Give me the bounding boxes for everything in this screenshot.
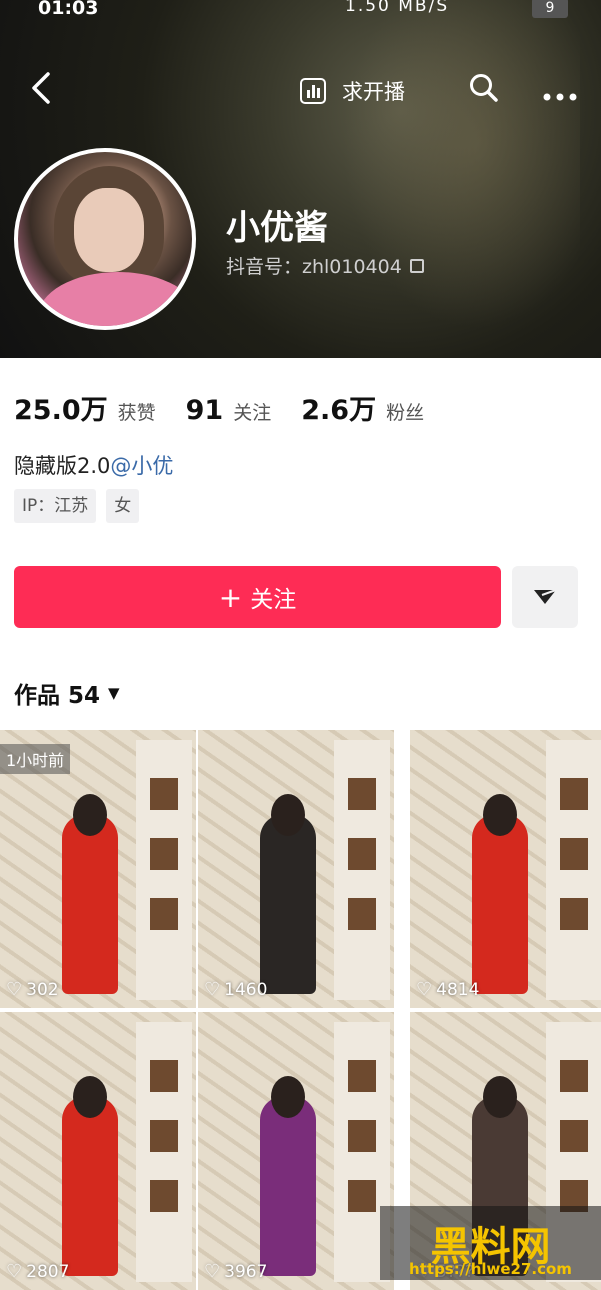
- watermark-url: https://hlwe27.com: [409, 1260, 572, 1278]
- triangle-down-icon: [534, 589, 557, 604]
- video-likes: ♡ 302: [6, 979, 59, 1000]
- watermark-logo: 黑料网 https://hlwe27.com: [380, 1206, 601, 1280]
- recommend-dropdown-button[interactable]: [512, 566, 578, 628]
- video-likes: ♡ 3967: [204, 1261, 267, 1282]
- video-thumbnail[interactable]: 1小时前 ♡ 302: [0, 730, 196, 1008]
- video-thumbnail[interactable]: ♡ 4814: [410, 730, 601, 1008]
- profile-stats: 25.0万 获赞 91 关注 2.6万 粉丝: [14, 388, 454, 427]
- back-button[interactable]: [26, 68, 56, 108]
- search-button[interactable]: [468, 72, 500, 104]
- heart-icon: ♡: [6, 979, 23, 1000]
- follow-button[interactable]: + 关注: [14, 566, 501, 628]
- tag-ip: IP：江苏: [14, 489, 97, 523]
- caret-down-icon: ▼: [108, 684, 120, 702]
- profile-tags: IP：江苏 女: [14, 489, 149, 523]
- video-likes-count: 2807: [26, 1261, 70, 1282]
- works-label: 作品 54: [14, 683, 101, 709]
- heart-icon: ♡: [6, 1261, 23, 1282]
- bio-text: 隐藏版2.0: [14, 454, 111, 478]
- chevron-left-icon: [32, 72, 50, 104]
- profile-bio: 隐藏版2.0@小优: [14, 450, 173, 480]
- video-likes: ♡ 4814: [416, 979, 479, 1000]
- stat-following[interactable]: 91 关注: [186, 395, 272, 426]
- douyin-id-text: 抖音号：zhl010404: [226, 256, 402, 278]
- heart-icon: ♡: [204, 1261, 221, 1282]
- tag-gender: 女: [106, 489, 140, 523]
- video-time-badge: 1小时前: [0, 744, 71, 774]
- video-thumbnail[interactable]: ♡ 2807: [0, 1012, 196, 1290]
- more-dots-icon: [543, 93, 577, 101]
- live-bars-icon: [300, 78, 326, 104]
- stat-followers[interactable]: 2.6万 粉丝: [301, 388, 424, 427]
- more-button[interactable]: [542, 86, 582, 101]
- network-speed: 1.50 MB/S: [345, 0, 450, 16]
- search-icon: [470, 74, 498, 102]
- profile-header: 01:03 1.50 MB/S 9 求开播 小优酱 抖音号：zhl010404: [0, 0, 601, 358]
- status-bar: 01:03 1.50 MB/S 9: [0, 0, 601, 24]
- douyin-id[interactable]: 抖音号：zhl010404: [226, 252, 424, 279]
- video-thumbnail[interactable]: ♡ 1460: [198, 730, 394, 1008]
- video-thumbnail[interactable]: ♡ 3967: [198, 1012, 394, 1290]
- video-likes: ♡ 2807: [6, 1261, 69, 1282]
- video-likes-count: 4814: [436, 979, 480, 1000]
- profile-name: 小优酱: [226, 208, 328, 248]
- battery-icon: 9: [532, 0, 568, 18]
- avatar[interactable]: [14, 148, 196, 330]
- heart-icon: ♡: [416, 979, 433, 1000]
- heart-icon: ♡: [204, 979, 221, 1000]
- stat-likes[interactable]: 25.0万 获赞: [14, 388, 156, 427]
- follow-label: 关注: [250, 587, 297, 613]
- video-likes-count: 1460: [224, 979, 268, 1000]
- plus-icon: +: [218, 580, 243, 614]
- works-tab[interactable]: 作品 54 ▼: [14, 676, 120, 710]
- request-live-button[interactable]: 求开播: [300, 74, 405, 108]
- copy-icon[interactable]: [409, 258, 424, 273]
- video-likes: ♡ 1460: [204, 979, 267, 1000]
- video-likes-count: 3967: [224, 1261, 268, 1282]
- request-live-label: 求开播: [342, 80, 405, 104]
- status-time: 01:03: [38, 0, 99, 19]
- bio-mention-link[interactable]: @小优: [110, 454, 173, 478]
- video-likes-count: 302: [26, 979, 59, 1000]
